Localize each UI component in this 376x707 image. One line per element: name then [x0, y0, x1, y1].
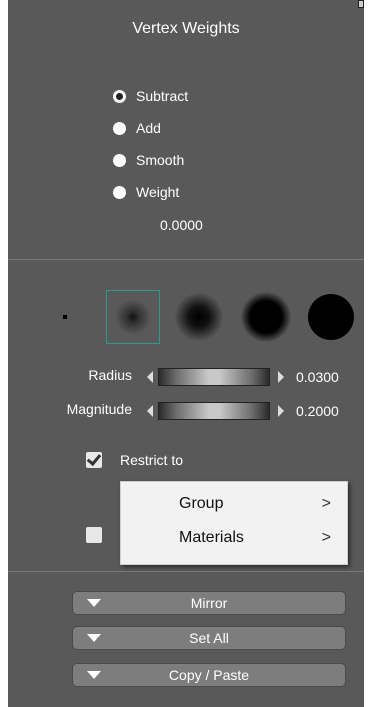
soft-medium-brush-icon[interactable]	[175, 293, 223, 341]
set-all-label: Set All	[189, 630, 229, 646]
menu-item-group[interactable]: Group >	[121, 490, 347, 520]
magnitude-decrease-icon[interactable]	[147, 405, 153, 417]
radio-icon	[113, 121, 126, 135]
weight-value-field[interactable]: 0.0000	[160, 217, 203, 233]
magnitude-increase-icon[interactable]	[278, 405, 284, 417]
hard-large-brush-icon[interactable]	[308, 294, 354, 340]
soft-small-brush-icon[interactable]	[115, 299, 151, 335]
mode-subtract-radio[interactable]: Subtract	[113, 86, 188, 106]
section-divider	[8, 571, 364, 572]
magnitude-value[interactable]: 0.2000	[296, 403, 339, 419]
radio-icon	[113, 153, 126, 167]
panel-menu-corner-icon[interactable]	[358, 0, 364, 8]
radius-label: Radius	[88, 367, 132, 383]
tiny-dot-brush-icon[interactable]	[63, 315, 67, 319]
magnitude-label: Magnitude	[66, 401, 132, 417]
chevron-right-icon: >	[321, 529, 331, 546]
panel-title: Vertex Weights	[132, 20, 240, 37]
radius-increase-icon[interactable]	[278, 371, 284, 383]
radius-slider[interactable]	[158, 368, 270, 386]
menu-item-label: Group	[179, 495, 224, 512]
mode-smooth-radio[interactable]: Smooth	[113, 150, 184, 170]
copy-paste-label: Copy / Paste	[168, 667, 250, 683]
copy-paste-button[interactable]: Copy / Paste	[72, 663, 346, 687]
vertex-weights-panel: Vertex Weights Subtract Add Smooth Weigh…	[8, 0, 364, 707]
radio-icon	[113, 185, 126, 199]
restrict-dropdown-menu: Group > Materials >	[120, 481, 348, 565]
radio-selected-icon	[113, 89, 126, 103]
mode-weight-radio[interactable]: Weight	[113, 182, 179, 202]
mode-weight-label: Weight	[136, 184, 180, 200]
mode-smooth-label: Smooth	[136, 152, 185, 168]
restrict-label: Restrict to	[120, 452, 184, 468]
mirror-button[interactable]: Mirror	[72, 591, 346, 615]
menu-item-label: Materials	[179, 529, 244, 546]
section-divider	[8, 259, 364, 260]
set-all-button[interactable]: Set All	[72, 626, 346, 650]
mode-subtract-label: Subtract	[136, 88, 189, 104]
restrict-checkbox[interactable]	[86, 450, 102, 468]
magnitude-slider[interactable]	[158, 402, 270, 420]
menu-item-materials[interactable]: Materials >	[121, 524, 347, 554]
checkmark-icon	[86, 450, 102, 467]
mirror-label: Mirror	[190, 595, 228, 611]
secondary-checkbox[interactable]	[86, 527, 102, 543]
radius-value[interactable]: 0.0300	[296, 369, 339, 385]
mode-add-label: Add	[136, 120, 161, 136]
chevron-right-icon: >	[321, 495, 331, 512]
mode-add-radio[interactable]: Add	[113, 118, 161, 138]
radius-decrease-icon[interactable]	[147, 371, 153, 383]
soft-large-brush-icon[interactable]	[241, 292, 291, 342]
